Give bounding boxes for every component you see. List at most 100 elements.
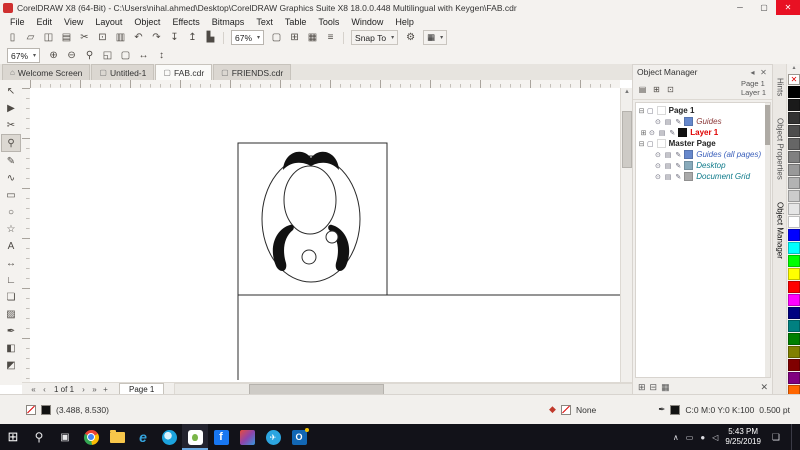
docker-scroll-thumb[interactable] xyxy=(765,105,770,145)
copy-icon[interactable]: ⊡ xyxy=(94,30,111,45)
new-document-icon[interactable]: ▯ xyxy=(4,30,21,45)
layer-visibility-icons[interactable]: ▢ xyxy=(647,140,655,148)
menu-item[interactable]: Text xyxy=(250,17,279,27)
chrome-icon[interactable] xyxy=(78,424,104,450)
palette-scroll-up-icon[interactable]: ▴ xyxy=(792,64,795,73)
connector-tool[interactable]: ∟ xyxy=(2,272,20,288)
document-tab[interactable]: ▢ FAB.cdr xyxy=(155,64,213,80)
layer-visibility-icons[interactable]: ⊙ ▤ ✎ xyxy=(649,129,676,137)
palette-color-swatch[interactable] xyxy=(788,164,800,176)
palette-color-swatch[interactable] xyxy=(788,216,800,228)
right-eye-circle[interactable] xyxy=(325,230,339,244)
crop-tool[interactable]: ✂ xyxy=(2,117,20,133)
polygon-tool[interactable]: ☆ xyxy=(2,221,20,237)
zoom-tool[interactable]: ⚲ xyxy=(1,134,21,152)
publish-pdf-icon[interactable]: ▙ xyxy=(202,30,219,45)
zoom-all-objects-icon[interactable]: ◱ xyxy=(99,48,116,63)
battery-icon[interactable]: ▭ xyxy=(686,433,694,442)
menu-item[interactable]: View xyxy=(58,17,89,27)
show-rulers-icon[interactable]: ⊞ xyxy=(286,30,303,45)
layer-visibility-icons[interactable]: ⊙ ▤ ✎ xyxy=(655,173,682,181)
redo-icon[interactable]: ↷ xyxy=(148,30,165,45)
telegram-icon[interactable]: ✈ xyxy=(260,424,286,450)
canvas-drawing[interactable] xyxy=(30,88,620,382)
show-grid-icon[interactable]: ▦ xyxy=(304,30,321,45)
start-button[interactable]: ⊞ xyxy=(0,424,26,450)
maximize-button[interactable]: ▢ xyxy=(752,0,776,15)
notification-center-icon[interactable]: ❏ xyxy=(768,432,784,443)
layer-visibility-icons[interactable]: ▢ xyxy=(647,107,655,115)
show-object-properties-icon[interactable]: ▤ xyxy=(636,82,649,97)
palette-color-swatch[interactable] xyxy=(788,294,800,306)
menu-item[interactable]: Window xyxy=(345,17,389,27)
layer-row[interactable]: ⊙ ▤ ✎ Guides (all pages) xyxy=(636,149,770,160)
add-page-button[interactable]: + xyxy=(100,385,111,394)
docker-collapse-icon[interactable]: ◂ xyxy=(747,68,758,77)
palette-color-swatch[interactable] xyxy=(788,307,800,319)
layer-label[interactable]: Guides xyxy=(695,117,721,126)
palette-color-swatch[interactable] xyxy=(788,86,800,98)
task-view-icon[interactable]: ▣ xyxy=(52,424,78,450)
new-layer-button[interactable]: ⊞ xyxy=(638,382,646,393)
menu-item[interactable]: Table xyxy=(279,17,313,27)
coreldraw-icon[interactable] xyxy=(182,424,208,450)
palette-color-swatch[interactable] xyxy=(788,151,800,163)
palette-color-swatch[interactable] xyxy=(788,268,800,280)
docker-close-icon[interactable]: ✕ xyxy=(758,68,769,77)
show-desktop-button[interactable] xyxy=(791,424,796,450)
menu-item[interactable]: Bitmaps xyxy=(206,17,251,27)
expand-icon[interactable]: ⊟ xyxy=(638,107,645,115)
layer-row[interactable]: ⊟ ▢ Master Page xyxy=(636,138,770,149)
menu-item[interactable]: Help xyxy=(389,17,420,27)
edit-across-layers-icon[interactable]: ⊞ xyxy=(650,82,663,97)
smart-fill-tool[interactable]: ◩ xyxy=(2,357,20,373)
new-master-layer-button[interactable]: ⊟ xyxy=(650,382,658,393)
zoom-in-icon[interactable]: ⊕ xyxy=(45,48,62,63)
ellipse-tool[interactable]: ○ xyxy=(2,204,20,220)
application-launcher[interactable]: ▦ ▾ xyxy=(423,30,448,45)
docker-tab[interactable]: Object Manager xyxy=(776,202,785,259)
layer-label[interactable]: Master Page xyxy=(668,139,716,148)
zoom-levels-combo[interactable]: 67% ▾ xyxy=(7,48,41,63)
export-icon[interactable]: ↥ xyxy=(184,30,201,45)
palette-color-swatch[interactable] xyxy=(788,112,800,124)
expand-icon[interactable]: ⊞ xyxy=(640,129,647,137)
palette-color-swatch[interactable] xyxy=(788,138,800,150)
palette-color-swatch[interactable] xyxy=(788,255,800,267)
layer-label[interactable]: Desktop xyxy=(695,161,725,170)
shape-tool[interactable]: ▶ xyxy=(2,100,20,116)
layer-visibility-icons[interactable]: ⊙ ▤ ✎ xyxy=(655,151,682,159)
palette-color-swatch[interactable] xyxy=(788,333,800,345)
tray-chevron-icon[interactable]: ∧ xyxy=(673,433,679,442)
menu-item[interactable]: Layout xyxy=(89,17,128,27)
document-tab[interactable]: ▢ Untitled-1 xyxy=(91,64,155,80)
drop-shadow-tool[interactable]: ❏ xyxy=(2,289,20,305)
save-icon[interactable]: ◫ xyxy=(40,30,57,45)
outlook-icon[interactable]: O xyxy=(286,424,312,450)
palette-color-swatch[interactable] xyxy=(788,359,800,371)
layer-manager-view-icon[interactable]: ⊡ xyxy=(664,82,677,97)
photos-icon[interactable] xyxy=(234,424,260,450)
document-tab[interactable]: ⌂ Welcome Screen xyxy=(2,64,91,80)
cut-icon[interactable]: ✂ xyxy=(76,30,93,45)
layer-visibility-icons[interactable]: ⊙ ▤ ✎ xyxy=(655,162,682,170)
open-icon[interactable]: ▱ xyxy=(22,30,39,45)
zoom-page-icon[interactable]: ▢ xyxy=(117,48,134,63)
artistic-media-tool[interactable]: ∿ xyxy=(2,170,20,186)
print-icon[interactable]: ▤ xyxy=(58,30,75,45)
mouth-circle[interactable] xyxy=(301,249,317,265)
fullscreen-preview-icon[interactable]: ▢ xyxy=(268,30,285,45)
file-explorer-icon[interactable] xyxy=(104,424,130,450)
menu-item[interactable]: File xyxy=(4,17,31,27)
docker-tab[interactable]: Object Properties xyxy=(776,118,785,180)
layer-row[interactable]: ⊞ ⊙ ▤ ✎ Layer 1 xyxy=(636,127,770,138)
layer-row[interactable]: ⊙ ▤ ✎ Document Grid xyxy=(636,171,770,182)
close-button[interactable]: ✕ xyxy=(776,0,800,15)
layer-row[interactable]: ⊟ ▢ Page 1 xyxy=(636,105,770,116)
previous-page-button[interactable]: ‹ xyxy=(39,385,50,394)
first-page-button[interactable]: « xyxy=(28,385,39,394)
search-icon[interactable]: ⚲ xyxy=(26,424,52,450)
zoom-selected-icon[interactable]: ⚲ xyxy=(81,48,98,63)
layer-label[interactable]: Page 1 xyxy=(668,106,695,115)
palette-color-swatch[interactable] xyxy=(788,281,800,293)
